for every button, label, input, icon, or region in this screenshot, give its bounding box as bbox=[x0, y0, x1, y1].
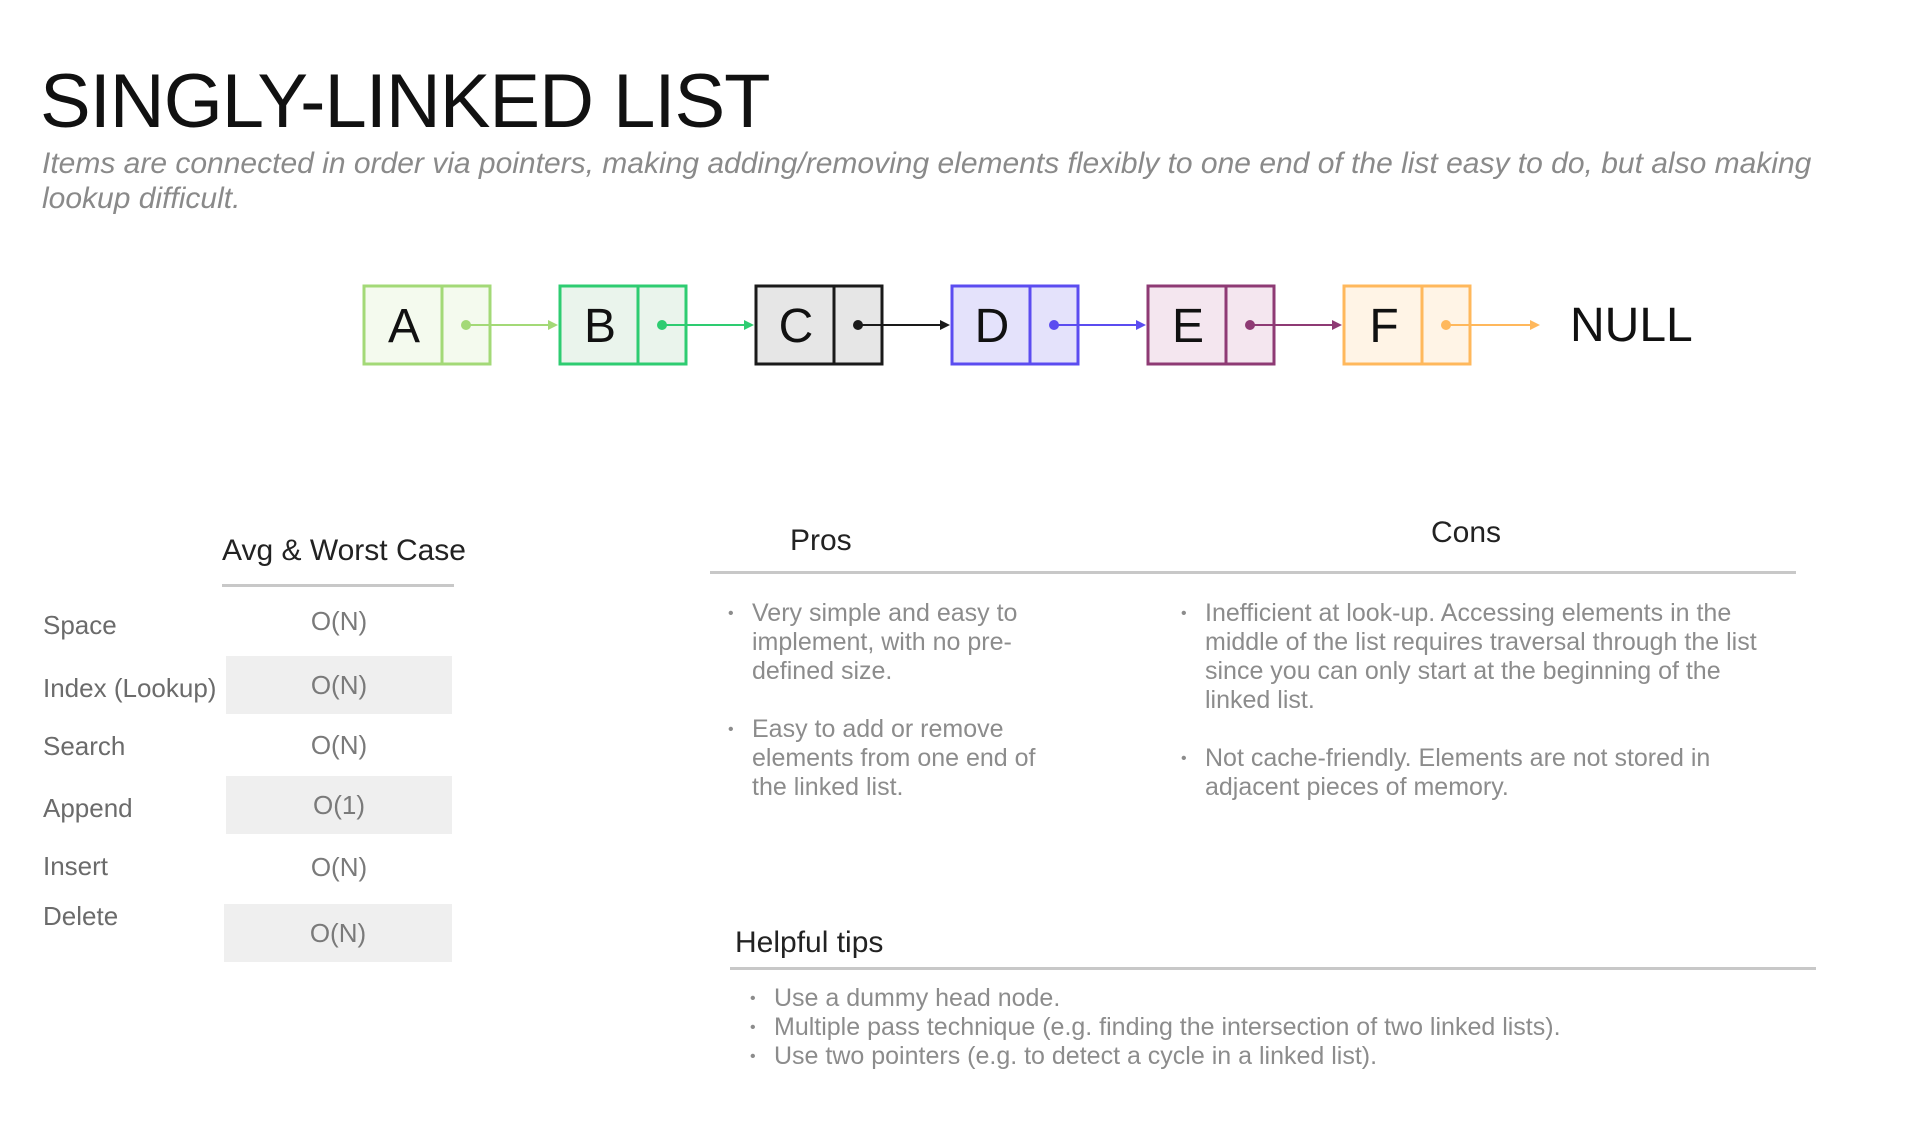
complexity-row-label: Space bbox=[43, 610, 117, 640]
list-node: A bbox=[362, 284, 558, 366]
complexity-table: Avg & Worst Case Space O(N) Index (Looku… bbox=[0, 520, 480, 980]
node-value: F bbox=[1369, 300, 1398, 353]
helpful-tips-section: Helpful tips Use a dummy head node. Mult… bbox=[730, 920, 1830, 1100]
complexity-row-value: O(N) bbox=[226, 656, 452, 714]
complexity-row-label: Delete bbox=[43, 901, 119, 931]
pros-cons-divider bbox=[710, 571, 1796, 574]
tips-item: Multiple pass technique (e.g. finding th… bbox=[750, 1013, 1561, 1042]
arrow-head-icon bbox=[1136, 320, 1146, 330]
complexity-row-value: O(1) bbox=[226, 776, 452, 834]
cons-heading: Cons bbox=[1431, 516, 1502, 549]
complexity-header-divider bbox=[222, 584, 454, 587]
arrow-head-icon bbox=[940, 320, 950, 330]
complexity-row-label: Index (Lookup) bbox=[43, 673, 217, 703]
node-value: E bbox=[1172, 300, 1204, 353]
list-node: E bbox=[1146, 284, 1342, 366]
cons-item: Inefficient at look-up. Accessing elemen… bbox=[1181, 599, 1781, 715]
linked-list-diagram: A B C D E F NULL bbox=[362, 284, 1693, 366]
tips-divider bbox=[730, 967, 1816, 970]
arrow-head-icon bbox=[548, 320, 558, 330]
complexity-row-value: O(N) bbox=[224, 904, 452, 962]
pros-heading: Pros bbox=[790, 524, 852, 557]
tips-heading: Helpful tips bbox=[735, 926, 884, 959]
node-value: D bbox=[975, 300, 1010, 353]
node-value: A bbox=[388, 300, 420, 353]
pros-list: Very simple and easy to implement, with … bbox=[728, 599, 1058, 831]
complexity-row-value: O(N) bbox=[310, 852, 368, 882]
pros-cons-section: Pros Cons Very simple and easy to implem… bbox=[700, 510, 1800, 830]
cons-list: Inefficient at look-up. Accessing elemen… bbox=[1181, 599, 1781, 831]
list-node: B bbox=[558, 284, 754, 366]
pros-item: Easy to add or remove elements from one … bbox=[728, 715, 1058, 802]
node-value: C bbox=[779, 300, 814, 353]
list-node: C bbox=[754, 284, 950, 366]
list-node: F bbox=[1342, 284, 1540, 366]
arrow-head-icon bbox=[744, 320, 754, 330]
complexity-row-value: O(N) bbox=[310, 606, 368, 636]
complexity-row-label: Search bbox=[43, 731, 126, 761]
pros-item: Very simple and easy to implement, with … bbox=[728, 599, 1058, 686]
complexity-row-label: Append bbox=[43, 793, 133, 823]
node-value: B bbox=[584, 300, 616, 353]
tips-item: Use two pointers (e.g. to detect a cycle… bbox=[750, 1042, 1561, 1071]
complexity-row-label: Insert bbox=[43, 851, 109, 881]
arrow-head-icon bbox=[1332, 320, 1342, 330]
list-node: D bbox=[950, 284, 1146, 366]
complexity-row-value: O(N) bbox=[310, 730, 368, 760]
page-title: SINGLY-LINKED LIST bbox=[40, 59, 771, 144]
null-terminator: NULL bbox=[1570, 299, 1693, 352]
arrow-head-icon bbox=[1530, 320, 1540, 330]
cons-item: Not cache-friendly. Elements are not sto… bbox=[1181, 744, 1781, 802]
page-subtitle: Items are connected in order via pointer… bbox=[42, 147, 1812, 215]
tips-list: Use a dummy head node. Multiple pass tec… bbox=[750, 984, 1561, 1071]
tips-item: Use a dummy head node. bbox=[750, 984, 1561, 1013]
complexity-header: Avg & Worst Case bbox=[222, 534, 466, 567]
